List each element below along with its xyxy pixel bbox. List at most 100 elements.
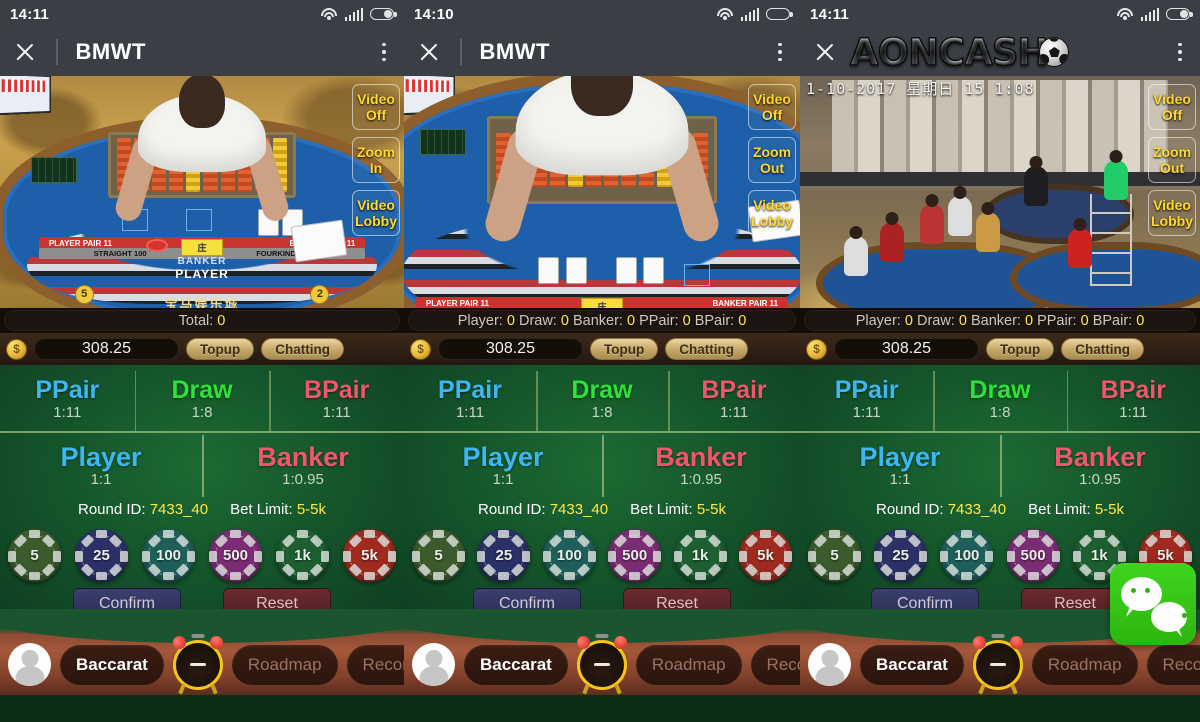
round-id-label: Round ID:	[477, 501, 546, 518]
close-icon[interactable]	[814, 41, 836, 63]
balance-amount: 308.25	[34, 338, 179, 360]
bet-ppair[interactable]: PPair 1:11	[404, 365, 536, 431]
battery-icon	[766, 8, 793, 20]
video-lobby-button[interactable]: Video Lobby	[352, 190, 400, 236]
bet-banker-odds: 1:0.95	[680, 470, 722, 488]
bet-row-side-bets: PPair 1:11 Draw 1:8 BPair 1:11	[0, 365, 404, 433]
nav-record[interactable]: Record	[346, 644, 404, 685]
chatting-button[interactable]: Chatting	[1061, 338, 1144, 360]
video-off-button[interactable]: Video Off	[748, 84, 796, 130]
round-id-value: 7433_40	[549, 501, 609, 518]
nav-baccarat[interactable]: Baccarat	[60, 644, 164, 685]
bet-bpair[interactable]: BPair 1:11	[269, 365, 404, 433]
nav-roadmap[interactable]: Roadmap	[231, 644, 338, 685]
chip-5k[interactable]: 5k	[343, 528, 396, 582]
video-zoom-button[interactable]: Zoom Out	[1148, 137, 1196, 183]
round-meta-row: Round ID: 7433_40 Bet Limit: 5-5k	[0, 497, 404, 523]
nav-record[interactable]: Record	[1146, 644, 1200, 685]
status-clock: 14:11	[10, 5, 50, 23]
bet-player[interactable]: Player 1:1	[0, 433, 202, 497]
video-lobby-button[interactable]: Video Lobby	[748, 190, 796, 236]
brand-logo: AONCASH	[849, 28, 1070, 76]
bet-draw[interactable]: Draw 1:8	[536, 365, 668, 433]
avatar-icon[interactable]	[808, 643, 851, 686]
bet-banker[interactable]: Banker 1:0.95	[202, 433, 404, 497]
chip-5[interactable]: 5	[412, 528, 465, 582]
bet-bpair-odds: 1:11	[719, 403, 749, 421]
chip-500[interactable]: 500	[1006, 528, 1060, 582]
bet-ppair[interactable]: PPair 1:11	[0, 365, 135, 431]
bet-draw[interactable]: Draw 1:8	[134, 365, 270, 433]
battery-icon	[1166, 8, 1193, 20]
bet-totals-text: Player: 0 Draw: 0 Banker: 0 PPair: 0 BPa…	[457, 312, 747, 329]
nav-baccarat[interactable]: Baccarat	[860, 644, 964, 685]
bet-banker[interactable]: Banker 1:0.95	[602, 433, 800, 497]
chip-5k[interactable]: 5k	[738, 528, 792, 582]
chip-25[interactable]: 25	[477, 528, 531, 582]
bet-totals-text: Player: 0 Draw: 0 Banker: 0 PPair: 0 BPa…	[855, 312, 1145, 329]
bet-draw[interactable]: Draw 1:8	[933, 365, 1066, 433]
bet-bpair[interactable]: BPair 1:11	[1066, 365, 1200, 433]
bet-player[interactable]: Player 1:1	[800, 433, 1000, 497]
signal-bars-icon	[344, 7, 363, 21]
nav-roadmap[interactable]: Roadmap	[1031, 644, 1138, 685]
bet-draw-odds: 1:8	[989, 403, 1011, 421]
live-video-feed[interactable]: PLAYER PAIR 11 BANKER PAIR 11 STRAIGHT 1…	[0, 76, 404, 308]
close-icon[interactable]	[14, 41, 36, 63]
video-off-button[interactable]: Video Off	[352, 84, 400, 130]
alarm-clock-icon	[574, 633, 630, 694]
chip-100[interactable]: 100	[542, 528, 596, 582]
chip-500[interactable]: 500	[209, 528, 262, 582]
bet-ppair[interactable]: PPair 1:11	[800, 365, 933, 431]
video-zoom-button[interactable]: Zoom Out	[748, 137, 796, 183]
three-panel-screenshot: 14:11 BMWT PLAYER PAIR 11 11 STRAIGHT 10…	[0, 0, 1200, 722]
chip-100[interactable]: 100	[142, 528, 195, 582]
video-zoom-line2: In	[369, 160, 383, 176]
dealer-keypad	[30, 157, 77, 183]
bet-bpair-odds: 1:11	[1119, 403, 1148, 421]
live-video-feed[interactable]: PLAYER PAIR 11 BANKER PAIR 11 STRAIGHT 1…	[404, 76, 800, 308]
live-video-feed[interactable]: 1-10-2017 星期日 15 1:08 Video Off Zoom Out…	[800, 76, 1200, 308]
nav-record[interactable]: Record	[750, 644, 800, 685]
bet-banker[interactable]: Banker 1:0.95	[1000, 433, 1200, 497]
bet-bpair-odds: 1:11	[322, 403, 351, 421]
video-zoom-line1: Zoom	[1152, 143, 1192, 160]
chip-5[interactable]: 5	[808, 528, 861, 582]
chip-100-label: 100	[954, 546, 980, 564]
chip-500-label: 500	[622, 546, 648, 564]
kebab-menu-icon[interactable]	[1170, 40, 1190, 64]
kebab-menu-icon[interactable]	[374, 40, 394, 64]
video-lobby-line1: Video	[1153, 196, 1191, 213]
nav-roadmap[interactable]: Roadmap	[635, 644, 742, 685]
chip-1k[interactable]: 1k	[276, 528, 329, 582]
bet-ppair-label: PPair	[438, 375, 502, 404]
chip-5[interactable]: 5	[8, 528, 61, 582]
chip-1k[interactable]: 1k	[673, 528, 727, 582]
bet-player[interactable]: Player 1:1	[404, 433, 602, 497]
video-zoom-button[interactable]: Zoom In	[352, 137, 400, 183]
avatar-icon[interactable]	[412, 643, 455, 686]
topup-button[interactable]: Topup	[986, 338, 1055, 360]
chip-25[interactable]: 25	[75, 528, 128, 582]
chip-500[interactable]: 500	[608, 528, 662, 582]
bet-totals-strip: Player: 0 Draw: 0 Banker: 0 PPair: 0 BPa…	[800, 308, 1200, 333]
chatting-button[interactable]: Chatting	[261, 338, 344, 360]
bet-limit-label: Bet Limit:	[1028, 501, 1091, 518]
chip-25[interactable]: 25	[874, 528, 928, 582]
close-icon[interactable]	[418, 41, 440, 63]
video-lobby-button[interactable]: Video Lobby	[1148, 190, 1196, 236]
kebab-menu-icon[interactable]	[770, 40, 790, 64]
status-bar: 14:11	[0, 0, 404, 28]
avatar-icon[interactable]	[8, 643, 51, 686]
chip-100[interactable]: 100	[940, 528, 994, 582]
topup-button[interactable]: Topup	[186, 338, 255, 360]
nav-baccarat[interactable]: Baccarat	[464, 644, 568, 685]
chatting-button[interactable]: Chatting	[665, 338, 748, 360]
status-system-icons	[717, 7, 793, 21]
table-pair-left: PLAYER PAIR 11	[425, 299, 489, 308]
video-off-button[interactable]: Video Off	[1148, 84, 1196, 130]
bet-bpair[interactable]: BPair 1:11	[668, 365, 800, 433]
wechat-icon[interactable]	[1110, 563, 1196, 645]
bet-limit-value: 5-5k	[696, 501, 726, 518]
topup-button[interactable]: Topup	[590, 338, 659, 360]
